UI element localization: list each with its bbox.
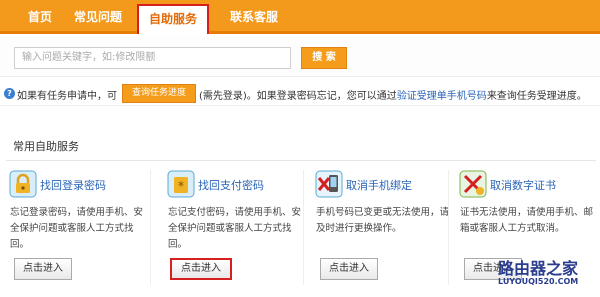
watermark-main: 路由器之家 [498,259,579,278]
card-title[interactable]: 找回登录密码 [40,177,106,193]
search-button[interactable]: 搜 索 [301,47,347,69]
card-description: 手机号码已变更或无法使用，请及时进行更换操作。 [316,207,450,234]
query-progress-button[interactable]: 查询任务进度 [122,84,196,103]
enter-button[interactable]: 点击进入 [320,258,378,280]
watermark-sub: LUYOUQI520.COM [498,277,579,286]
nav-item-self-service[interactable]: 自助服务 [137,4,209,34]
card-divider [303,170,304,285]
card-description: 忘记登录密码，请使用手机、安全保护问题或客服人工方式找回。 [10,207,144,250]
info-suffix-text: (需先登录)。如果登录密码忘记，您可以通过验证受理单手机号码来查询任务受理进度。 [199,87,587,102]
verify-phone-link[interactable]: 验证受理单手机号码 [397,91,487,102]
phone-cancel-icon [315,170,343,198]
card-divider [150,170,151,285]
card-title[interactable]: 取消数字证书 [490,177,556,193]
pay-lock-icon: * [167,170,195,198]
search-bar: 输入问题关键字，如:修改限额 搜 索 [0,37,600,77]
section-divider [6,160,596,161]
nav-item-home[interactable]: 首页 [20,0,60,34]
site-watermark: 路由器之家 LUYOUQI520.COM [498,255,598,295]
certificate-cancel-icon [459,170,487,198]
info-prefix: 如果有任务申请中，可 [17,91,117,102]
card-title[interactable]: 找回支付密码 [198,177,264,193]
search-input[interactable]: 输入问题关键字，如:修改限额 [14,47,291,69]
card-title[interactable]: 取消手机绑定 [346,177,412,193]
card-description: 忘记支付密码，请使用手机、安全保护问题或客服人工方式找回。 [168,207,302,250]
enter-button[interactable]: 点击进入 [14,258,72,280]
nav-item-contact[interactable]: 联系客服 [220,0,288,34]
section-title: 常用自助服务 [13,140,79,153]
service-card-pay-password: * 找回支付密码 忘记支付密码，请使用手机、安全保护问题或客服人工方式找回。 点… [158,170,308,290]
enter-button[interactable]: 点击进入 [170,258,232,280]
card-divider [448,170,449,285]
info-end: 来查询任务受理进度。 [486,91,587,102]
card-description: 证书无法使用，请使用手机、邮箱或客服人工方式取消。 [460,207,594,234]
info-icon: ? [4,88,15,99]
svg-text:*: * [178,179,184,193]
task-info-row: ? 如果有任务申请中，可 查询任务进度 (需先登录)。如果登录密码忘记，您可以通… [0,82,600,106]
info-middle: (需先登录)。如果登录密码忘记，您可以通过 [199,91,397,102]
nav-item-faq[interactable]: 常见问题 [68,0,128,34]
top-nav: 首页 常见问题 自助服务 联系客服 [0,0,600,34]
service-card-login-password: 找回登录密码 忘记登录密码，请使用手机、安全保护问题或客服人工方式找回。 点击进… [0,170,150,290]
service-card-unbind-phone: 取消手机绑定 手机号码已变更或无法使用，请及时进行更换操作。 点击进入 [306,170,456,290]
lock-icon [9,170,37,198]
